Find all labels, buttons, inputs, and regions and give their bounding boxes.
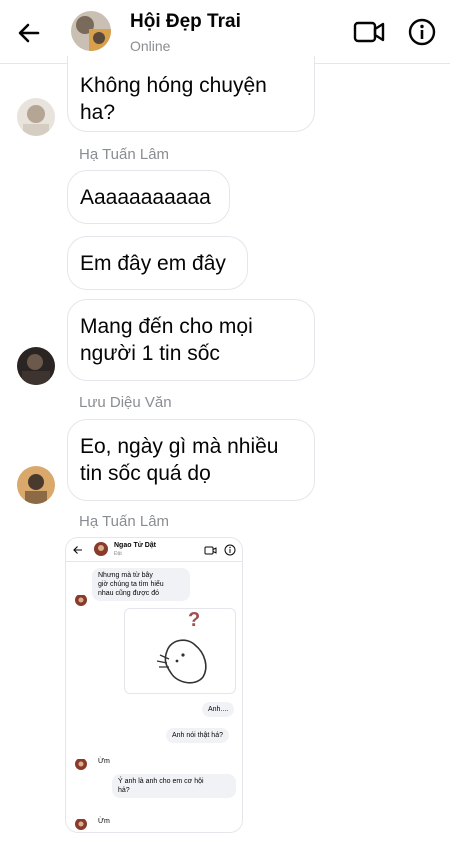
info-icon[interactable] [407, 17, 437, 47]
back-arrow-icon[interactable] [14, 18, 44, 48]
chat-status: Online [130, 38, 171, 54]
sender-avatar[interactable] [17, 466, 55, 504]
message-text: Ừm [98, 818, 110, 825]
message-bubble: Ừm [92, 814, 116, 829]
message-text: người 1 tin sốc [80, 342, 220, 365]
message-bubble: Anh nói thật há? [166, 728, 229, 743]
avatar [75, 818, 87, 830]
message-text: Anh nói thật há? [172, 732, 223, 739]
avatar [94, 542, 108, 556]
message-text: Eo, ngày gì mà nhiều [80, 435, 279, 458]
message-text: Ừm [98, 758, 110, 765]
message-text: Ý anh là anh cho em cơ hội [118, 778, 204, 785]
screenshot-header: Ngao Tử Dật Đật [66, 538, 242, 562]
sender-avatar[interactable] [17, 98, 55, 136]
sender-name: Hạ Tuấn Lâm [79, 146, 170, 163]
message-bubble: Anh.... [202, 702, 235, 717]
chat-title: Hội Đẹp Trai [130, 11, 241, 32]
message-text: nhau cũng được đó [98, 590, 160, 597]
message-bubble: Ý anh là anh cho em cơ hội hả? [112, 774, 236, 798]
message-bubble[interactable]: Em đây em đây [67, 236, 248, 290]
chat-header: Hội Đẹp Trai Online [0, 0, 450, 64]
sender-name: Hạ Tuấn Lâm [79, 513, 170, 530]
message-text: Em đây em đây [80, 251, 226, 275]
back-arrow-icon [73, 546, 82, 554]
message-text: Mang đến cho mọi [80, 315, 253, 338]
avatar [75, 758, 87, 770]
message-text: Không hóng chuyện [80, 73, 267, 97]
message-text: hả? [118, 787, 130, 794]
screenshot-title: Ngao Tử Dật [114, 542, 157, 549]
message-text: Aaaaaaaaaaa [80, 185, 211, 209]
message-bubble[interactable]: Aaaaaaaaaaa [67, 170, 230, 224]
info-icon [224, 544, 236, 556]
message-text: Nhưng mà từ bây [98, 572, 153, 579]
group-avatar[interactable] [71, 11, 111, 51]
sticker-image: ? [124, 608, 236, 694]
message-bubble[interactable]: Không hóng chuyện ha? [67, 56, 315, 132]
message-text: giờ chúng ta tìm hiểu [98, 581, 164, 588]
video-call-icon[interactable] [353, 18, 385, 46]
video-call-icon [204, 546, 217, 555]
message-bubble[interactable]: Eo, ngày gì mà nhiều tin sốc quá dọ [67, 419, 315, 501]
message-bubble: Nhưng mà từ bây giờ chúng ta tìm hiểu nh… [92, 568, 190, 601]
message-bubble[interactable]: Mang đến cho mọi người 1 tin sốc [67, 299, 315, 381]
message-text: Anh.... [208, 706, 229, 713]
message-text: ha? [80, 100, 116, 124]
avatar [75, 594, 87, 606]
sticker-drawing [156, 639, 207, 684]
shared-screenshot-image[interactable]: Ngao Tử Dật Đật Nhưng mà từ bây giờ chún… [66, 538, 242, 832]
sender-name: Lưu Diệu Văn [79, 394, 172, 411]
message-bubble: Ừm [92, 754, 116, 769]
message-text: tin sốc quá dọ [80, 462, 211, 485]
sender-avatar[interactable] [17, 347, 55, 385]
screenshot-status: Đật [114, 551, 122, 557]
